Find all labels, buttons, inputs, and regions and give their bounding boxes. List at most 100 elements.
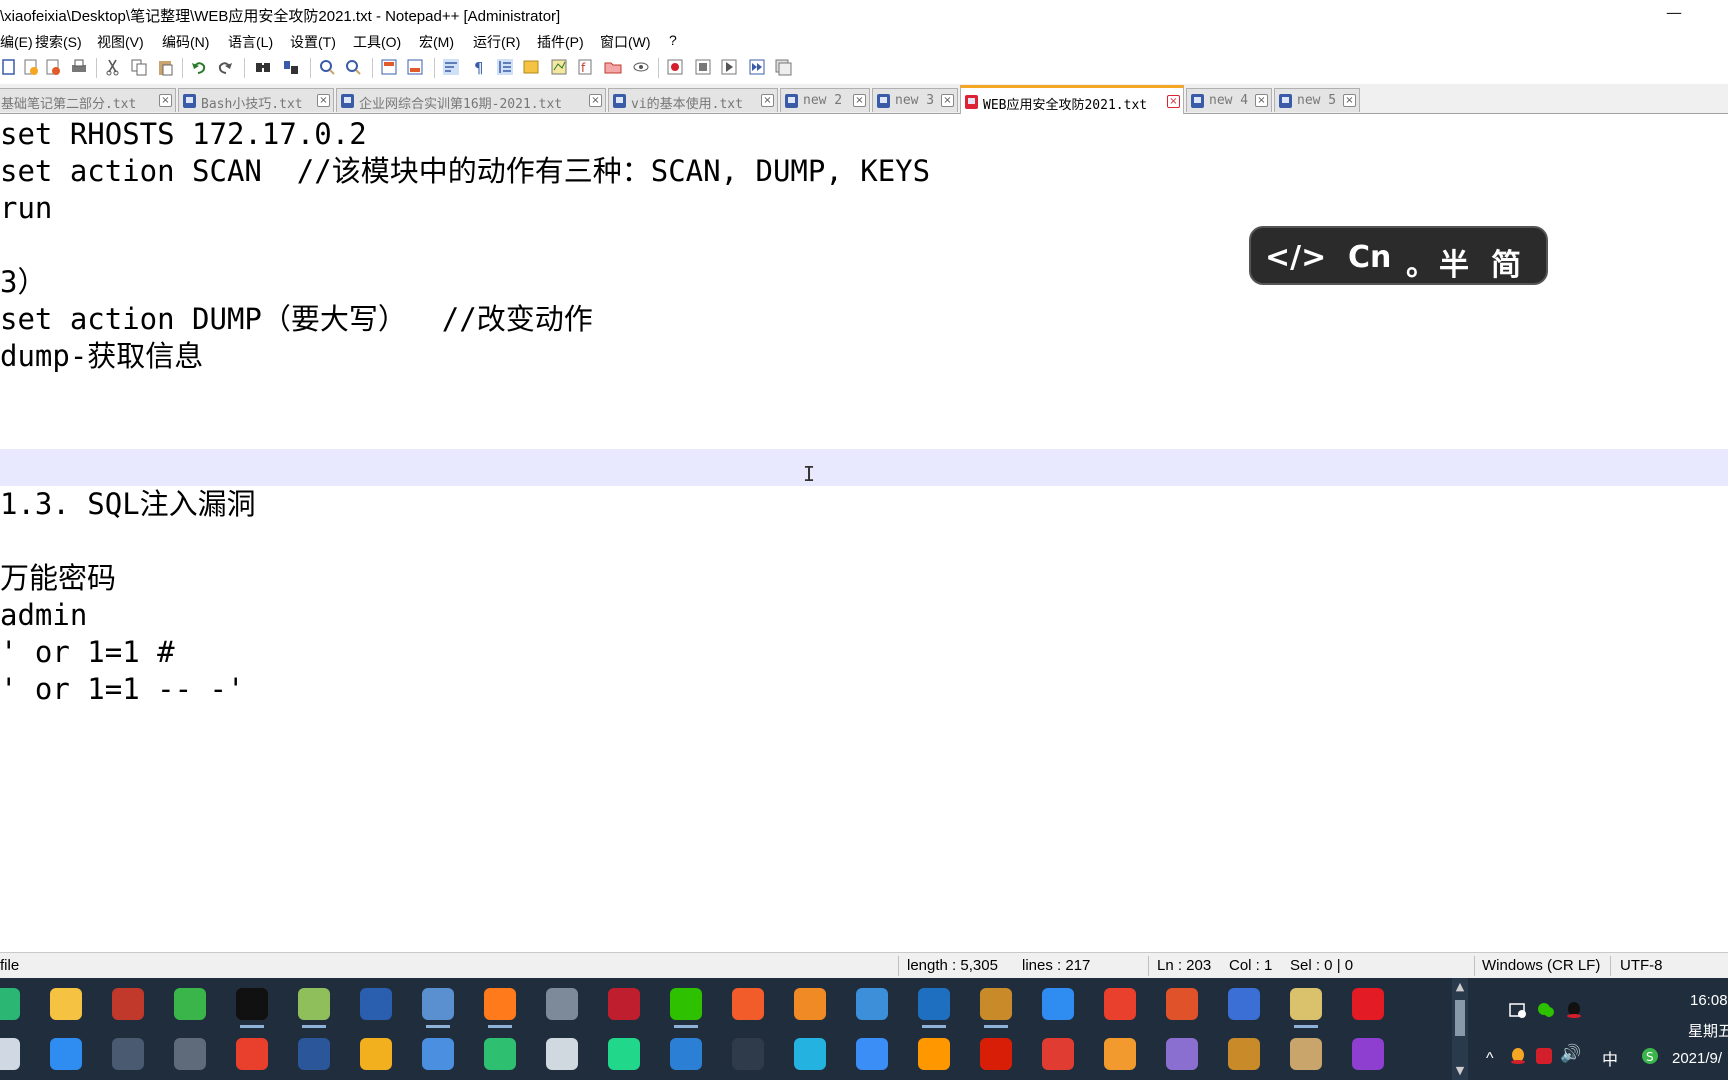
new-file-icon[interactable] [0, 58, 18, 76]
tray-app-icon[interactable] [1508, 1000, 1528, 1020]
tray-volume-icon[interactable]: 🔊 [1560, 1044, 1581, 1064]
user-defined-language-icon[interactable] [522, 58, 540, 76]
function-list-icon[interactable]: f [576, 58, 594, 76]
taskbar-word-icon[interactable] [294, 1034, 334, 1074]
taskbar-books-icon[interactable] [1224, 1034, 1264, 1074]
menu-window[interactable]: 窗口(W) [600, 32, 651, 52]
taskbar-sublime-icon[interactable] [914, 1034, 954, 1074]
taskbar-purple-app-icon[interactable] [1162, 1034, 1202, 1074]
taskbar-youdao-icon[interactable] [1348, 984, 1388, 1024]
tab-new-5[interactable]: new 5 × [1274, 88, 1360, 112]
copy-icon[interactable] [130, 58, 148, 76]
taskbar-baidu-netdisk-icon[interactable] [1038, 984, 1078, 1024]
editor-line[interactable] [0, 412, 1728, 449]
clock-time[interactable]: 16:08 [1690, 992, 1728, 1009]
editor-line[interactable]: 万能密码 [0, 560, 1728, 597]
cut-icon[interactable] [104, 58, 122, 76]
taskbar-chrome-icon[interactable] [356, 1034, 396, 1074]
sync-vertical-icon[interactable] [380, 58, 398, 76]
macro-stop-icon[interactable] [694, 58, 712, 76]
tab-new-2[interactable]: new 2 × [780, 88, 870, 112]
taskbar-firefox-icon[interactable] [480, 984, 520, 1028]
taskbar-pdf-icon[interactable] [1348, 1034, 1388, 1074]
redo-icon[interactable] [216, 58, 234, 76]
tab-close-icon[interactable]: × [1255, 94, 1268, 107]
tab-notes-part2[interactable]: 基础笔记第二部分.txt × [0, 88, 176, 112]
taskbar-pycharm-icon[interactable] [604, 1034, 644, 1074]
print-icon[interactable] [70, 58, 88, 76]
tab-close-icon[interactable]: × [1343, 94, 1356, 107]
taskbar-filezilla-icon[interactable] [604, 984, 644, 1024]
replace-icon[interactable] [282, 58, 300, 76]
menu-macro[interactable]: 宏(M) [419, 32, 454, 52]
clock-date[interactable]: 2021/9/ [1672, 1050, 1722, 1067]
tray-sogou-icon[interactable]: S [1640, 1046, 1660, 1066]
taskbar-remote-icon[interactable] [418, 1034, 458, 1074]
status-encoding[interactable]: UTF-8 [1620, 957, 1663, 974]
status-eol-format[interactable]: Windows (CR LF) [1482, 957, 1600, 974]
ime-toolbar[interactable]: </> Cn 。 半 简 [1249, 226, 1548, 285]
taskbar-feishu-icon[interactable] [852, 1034, 892, 1074]
macro-run-multiple-icon[interactable] [748, 58, 766, 76]
menu-edit[interactable]: 编(E) [0, 32, 33, 52]
monitoring-icon[interactable] [632, 58, 650, 76]
tab-close-icon[interactable]: × [159, 94, 172, 107]
taskbar-app-box-icon[interactable] [46, 1034, 86, 1074]
taskbar-lock-icon[interactable] [108, 1034, 148, 1074]
zoom-out-icon[interactable] [344, 58, 362, 76]
scrollbar-thumb[interactable] [1455, 1000, 1465, 1036]
tray-expand-icon[interactable]: ^ [1486, 1050, 1494, 1068]
tray-ime-indicator[interactable]: 中 [1602, 1046, 1618, 1070]
editor-current-line[interactable] [0, 449, 1728, 486]
taskbar-start-icon[interactable] [0, 1034, 24, 1074]
taskbar-tool-icon[interactable] [542, 984, 582, 1024]
editor-line[interactable]: ' or 1=1 # [0, 634, 1728, 671]
editor-line[interactable]: run [0, 190, 1728, 227]
taskbar-xmind-icon[interactable] [480, 1034, 520, 1074]
editor-line[interactable]: set RHOSTS 172.17.0.2 [0, 116, 1728, 153]
ime-language-toggle[interactable]: Cn [1348, 240, 1391, 275]
macro-save-icon[interactable] [774, 58, 792, 76]
editor-line[interactable]: dump-获取信息 [0, 338, 1728, 375]
taskbar-search-app-icon[interactable] [790, 984, 830, 1024]
taskbar-wps-icon[interactable] [1100, 984, 1140, 1024]
taskbar-c-app-icon[interactable] [232, 1034, 272, 1074]
editor-line[interactable] [0, 375, 1728, 412]
editor-line[interactable]: set action SCAN //该模块中的动作有三种：SCAN, DUMP,… [0, 153, 1728, 190]
taskbar-app-swirl-icon[interactable] [1162, 984, 1202, 1024]
taskbar-file-explorer-icon[interactable] [46, 984, 86, 1024]
find-icon[interactable] [254, 58, 272, 76]
taskbar-app-red-icon[interactable] [108, 984, 148, 1024]
editor-line[interactable]: admin [0, 597, 1728, 634]
taskbar-app-orange-icon[interactable] [728, 984, 768, 1024]
taskbar-vm-icon[interactable] [170, 1034, 210, 1074]
text-editor[interactable]: set RHOSTS 172.17.0.2 set action SCAN //… [0, 116, 1728, 948]
taskbar-wechat-icon[interactable] [666, 984, 706, 1028]
clock-day[interactable]: 星期五 [1688, 1020, 1728, 1041]
tab-bash-tips[interactable]: Bash小技巧.txt × [178, 88, 334, 112]
document-map-icon[interactable] [550, 58, 568, 76]
taskbar-cloud-icon[interactable] [790, 1034, 830, 1074]
taskbar-save-app-icon[interactable] [1224, 984, 1264, 1024]
macro-record-icon[interactable] [666, 58, 684, 76]
ime-script-toggle[interactable]: 简 [1491, 240, 1521, 284]
taskbar-network-icon[interactable] [852, 984, 892, 1024]
taskbar-edge-icon[interactable] [0, 984, 24, 1024]
taskbar-scroll-icon[interactable] [1286, 1034, 1326, 1074]
menu-view[interactable]: 视图(V) [97, 32, 144, 52]
tab-close-icon[interactable]: × [1167, 95, 1180, 108]
tab-vi-basics[interactable]: vi的基本使用.txt × [608, 88, 778, 112]
menu-help[interactable]: ? [669, 32, 677, 48]
editor-line[interactable]: set action DUMP（要大写） //改变动作 [0, 301, 1728, 338]
undo-icon[interactable] [190, 58, 208, 76]
tab-enterprise-network[interactable]: 企业网综合实训第16期-2021.txt × [336, 88, 606, 112]
taskbar-library-icon[interactable] [976, 984, 1016, 1028]
ime-code-icon[interactable]: </> [1265, 240, 1326, 275]
save-icon[interactable] [44, 58, 62, 76]
tab-web-security[interactable]: WEB应用安全攻防2021.txt × [960, 85, 1184, 114]
taskbar-notepadpp-icon[interactable] [294, 984, 334, 1028]
tray-qq-small-icon[interactable] [1508, 1046, 1528, 1066]
tray-wechat-icon[interactable] [1536, 1000, 1556, 1020]
open-file-icon[interactable] [22, 58, 40, 76]
folder-workspace-icon[interactable] [604, 58, 622, 76]
